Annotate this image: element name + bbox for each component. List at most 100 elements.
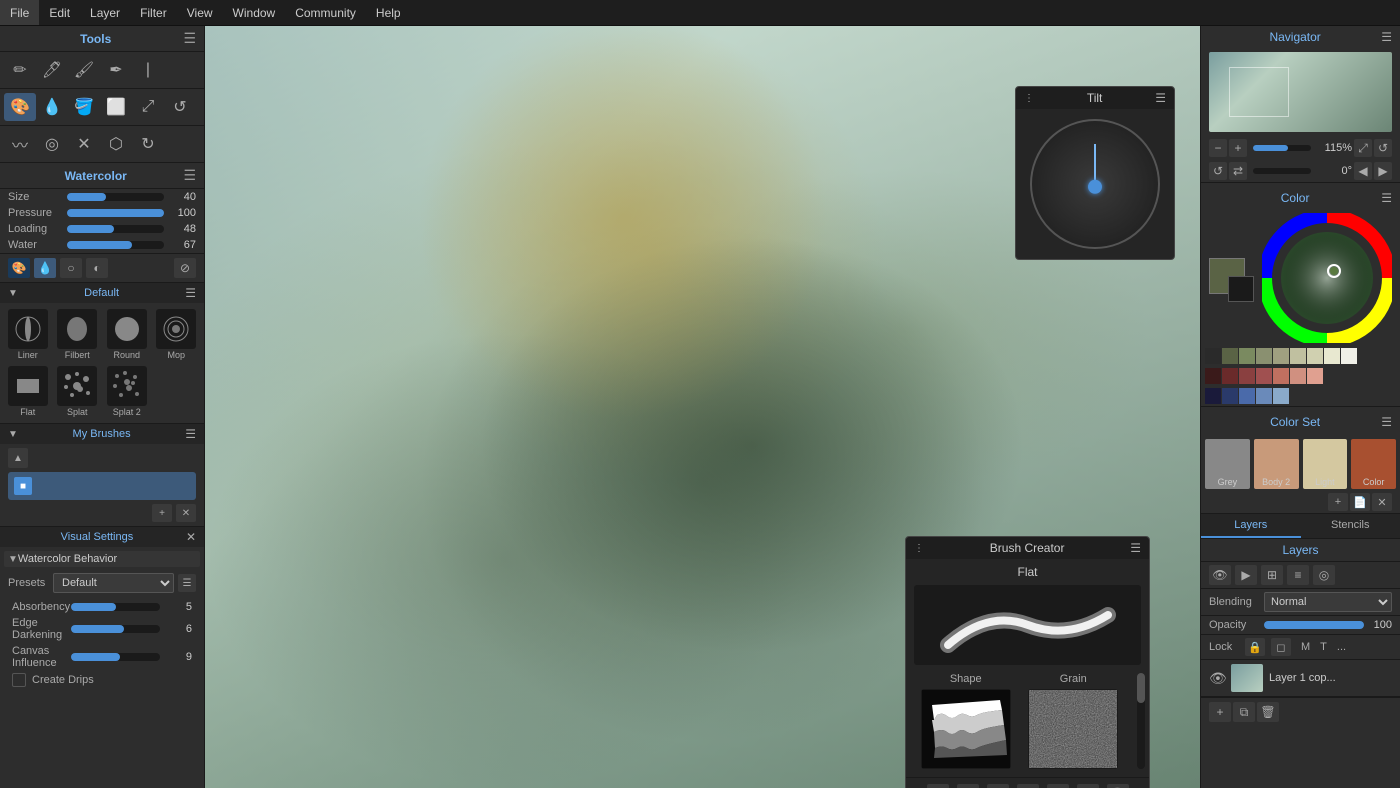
- my-brushes-active-item[interactable]: ■: [8, 472, 196, 500]
- my-brushes-delete[interactable]: ✕: [176, 504, 196, 522]
- bm-wet[interactable]: 💧: [34, 258, 56, 278]
- brush-flat[interactable]: Flat: [4, 364, 52, 419]
- qs-red2[interactable]: [1239, 368, 1255, 384]
- layer-row-1[interactable]: 👁 Layer 1 cop...: [1201, 660, 1400, 697]
- qs-sky[interactable]: [1273, 388, 1289, 404]
- qs-light-peach[interactable]: [1307, 368, 1323, 384]
- tool-lasso[interactable]: ⬡: [100, 130, 132, 158]
- tool-paint[interactable]: 🎨: [4, 93, 36, 121]
- add-layer-btn[interactable]: +: [1209, 702, 1231, 722]
- tool-rotate[interactable]: ↺: [164, 93, 196, 121]
- brush-mop[interactable]: Mop: [153, 307, 201, 362]
- my-brushes-collapse[interactable]: ▼: [8, 429, 18, 440]
- lc-frames[interactable]: ⊞: [1261, 565, 1283, 585]
- delete-layer-btn[interactable]: 🗑: [1257, 702, 1279, 722]
- cs-thumb-color[interactable]: Color: [1351, 439, 1396, 489]
- menu-file[interactable]: File: [0, 0, 39, 25]
- lc-timeline[interactable]: ≡: [1287, 565, 1309, 585]
- tool-pencil[interactable]: ✏: [4, 56, 36, 84]
- qs-sage[interactable]: [1273, 348, 1289, 364]
- bc-export-btn[interactable]: ▲: [1077, 784, 1099, 788]
- lc-visibility[interactable]: 👁: [1209, 565, 1231, 585]
- bc-scrollbar[interactable]: [1137, 673, 1145, 769]
- rotate-left-btn[interactable]: ◀: [1354, 162, 1372, 180]
- lock-lock[interactable]: 🔒: [1245, 638, 1265, 656]
- bm-blend[interactable]: ◐: [86, 258, 108, 278]
- brush-round[interactable]: Round: [103, 307, 151, 362]
- brushes-collapse[interactable]: ▼: [8, 288, 18, 299]
- my-brushes-add[interactable]: +: [152, 504, 172, 522]
- lc-play[interactable]: ▶: [1235, 565, 1257, 585]
- qs-red3[interactable]: [1256, 368, 1272, 384]
- brushes-menu[interactable]: ☰: [185, 286, 196, 300]
- my-brushes-menu[interactable]: ☰: [185, 427, 196, 441]
- vs-close[interactable]: ✕: [186, 530, 196, 544]
- menu-edit[interactable]: Edit: [39, 0, 80, 25]
- bc-import-btn[interactable]: ⬇: [1047, 784, 1069, 788]
- layers-tab[interactable]: Layers: [1201, 514, 1301, 538]
- bc-add-btn[interactable]: +: [927, 784, 949, 788]
- menu-help[interactable]: Help: [366, 0, 411, 25]
- tool-select-rect[interactable]: ⬜: [100, 93, 132, 121]
- zoom-fit-btn[interactable]: ⤢: [1354, 139, 1372, 157]
- bm-dry[interactable]: ○: [60, 258, 82, 278]
- bc-del-btn[interactable]: 🗑: [1107, 784, 1129, 788]
- brush-splat2[interactable]: Splat 2: [103, 364, 151, 419]
- qs-peach[interactable]: [1290, 368, 1306, 384]
- bm-color[interactable]: 🎨: [8, 258, 30, 278]
- cs-add-btn[interactable]: +: [1328, 493, 1348, 511]
- lc-onion[interactable]: ◎: [1313, 565, 1335, 585]
- tool-cross[interactable]: ✕: [68, 130, 100, 158]
- zoom-in-btn[interactable]: +: [1229, 139, 1247, 157]
- opacity-slider[interactable]: [1264, 621, 1364, 629]
- rotate-right-btn[interactable]: ▶: [1374, 162, 1392, 180]
- size-slider[interactable]: [67, 193, 164, 201]
- bc-up-btn[interactable]: ▲: [1017, 784, 1039, 788]
- watercolor-menu-icon[interactable]: ☰: [183, 167, 196, 184]
- canvas-area[interactable]: ⋮ Tilt ☰ ⋮ Brush Creator ☰ Flat: [205, 26, 1200, 788]
- qs-light[interactable]: [1290, 348, 1306, 364]
- qs-olive[interactable]: [1222, 348, 1238, 364]
- qs-black[interactable]: [1205, 348, 1221, 364]
- bc-grain-thumb[interactable]: [1028, 689, 1118, 769]
- stencils-tab[interactable]: Stencils: [1301, 514, 1400, 538]
- brush-splat[interactable]: Splat: [54, 364, 102, 419]
- tilt-menu[interactable]: ☰: [1155, 91, 1166, 105]
- menu-window[interactable]: Window: [223, 0, 286, 25]
- qs-cream[interactable]: [1324, 348, 1340, 364]
- color-wheel[interactable]: [1262, 213, 1392, 343]
- qs-navy[interactable]: [1205, 388, 1221, 404]
- create-drips-checkbox[interactable]: [12, 673, 26, 687]
- tool-fill[interactable]: 🪣: [68, 93, 100, 121]
- my-brushes-chevron[interactable]: ▲: [8, 448, 28, 468]
- menu-layer[interactable]: Layer: [80, 0, 130, 25]
- qs-pale[interactable]: [1307, 348, 1323, 364]
- presets-select[interactable]: Default: [53, 573, 174, 593]
- tool-ink[interactable]: 🖊: [36, 56, 68, 84]
- wb-header[interactable]: ▼ Watercolor Behavior: [4, 551, 200, 567]
- tool-refresh[interactable]: ↻: [132, 130, 164, 158]
- bm-clear[interactable]: ⊘: [174, 258, 196, 278]
- bc-next-btn[interactable]: ▶: [987, 784, 1009, 788]
- tool-brush[interactable]: 🖌: [68, 56, 100, 84]
- tool-eyedropper[interactable]: 💧: [36, 93, 68, 121]
- blending-select[interactable]: Normal Multiply Screen Overlay: [1264, 592, 1392, 612]
- zoom-reset-btn[interactable]: ↺: [1374, 139, 1392, 157]
- bc-shape-thumb[interactable]: [921, 689, 1011, 769]
- qs-red1[interactable]: [1222, 368, 1238, 384]
- menu-filter[interactable]: Filter: [130, 0, 177, 25]
- duplicate-layer-btn[interactable]: ⧉: [1233, 702, 1255, 722]
- bc-prev-btn[interactable]: ◀: [957, 784, 979, 788]
- bc-menu[interactable]: ☰: [1130, 541, 1141, 555]
- water-slider[interactable]: [67, 241, 164, 249]
- brush-liner[interactable]: Liner: [4, 307, 52, 362]
- qs-green2[interactable]: [1256, 348, 1272, 364]
- tool-marker[interactable]: ✒: [100, 56, 132, 84]
- qs-blue3[interactable]: [1256, 388, 1272, 404]
- pressure-slider[interactable]: [67, 209, 164, 217]
- qs-salmon[interactable]: [1273, 368, 1289, 384]
- zoom-out-btn[interactable]: −: [1209, 139, 1227, 157]
- zoom-track[interactable]: [1253, 145, 1311, 151]
- bc-scroll-thumb[interactable]: [1137, 673, 1145, 703]
- lock-alpha[interactable]: ◻: [1271, 638, 1291, 656]
